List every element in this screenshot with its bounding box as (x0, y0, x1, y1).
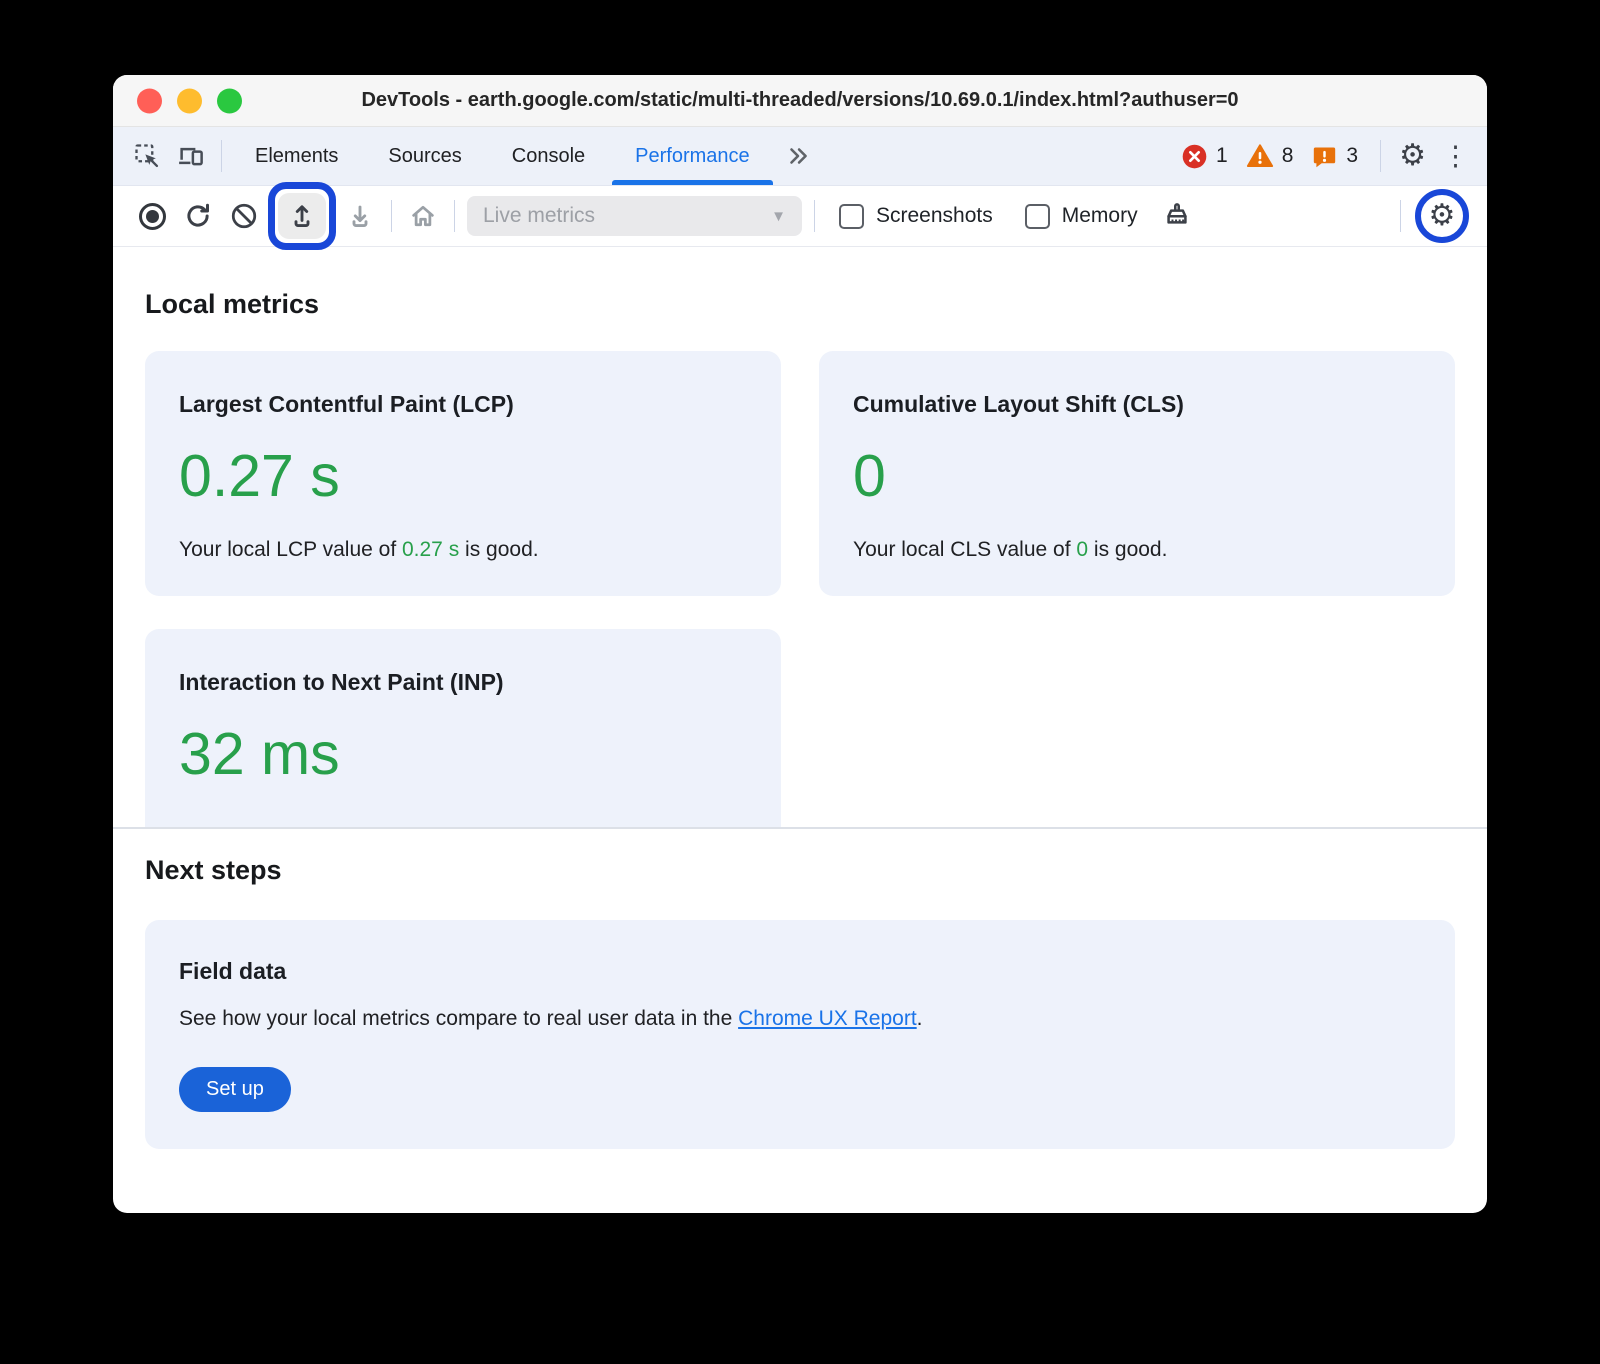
tab-console[interactable]: Console (487, 127, 610, 185)
divider (454, 200, 455, 232)
next-steps-heading: Next steps (145, 829, 1455, 920)
chrome-ux-report-link[interactable]: Chrome UX Report (738, 1007, 917, 1030)
screenshots-checkbox[interactable] (839, 204, 864, 229)
upload-icon (287, 201, 317, 231)
block-icon (229, 201, 259, 231)
tab-elements[interactable]: Elements (230, 127, 363, 185)
inp-card-title: Interaction to Next Paint (INP) (179, 669, 747, 696)
divider (1380, 140, 1381, 172)
traffic-lights (137, 88, 242, 113)
save-profile-button[interactable] (337, 193, 383, 239)
cls-inline-value: 0 (1076, 538, 1088, 561)
lcp-value: 0.27 s (179, 446, 747, 508)
title-bar: DevTools - earth.google.com/static/multi… (113, 75, 1487, 127)
screenshots-option: Screenshots (839, 204, 993, 229)
record-icon (139, 203, 166, 230)
performance-toolbar: Live metrics ▼ Screenshots Memory ⚙ (113, 186, 1487, 247)
download-icon (345, 201, 375, 231)
home-icon (408, 201, 438, 231)
device-toolbar-icon[interactable] (169, 134, 213, 178)
divider (221, 140, 222, 172)
minimize-window-button[interactable] (177, 88, 202, 113)
performance-panel-content: Local metrics Largest Contentful Paint (… (113, 247, 1487, 1149)
inp-card-clipped-region: Interaction to Next Paint (INP) 32 ms (145, 629, 781, 827)
live-metrics-selected-value: Live metrics (483, 204, 595, 228)
lcp-inline-value: 0.27 s (402, 538, 459, 561)
zoom-window-button[interactable] (217, 88, 242, 113)
capture-settings-gear-icon[interactable]: ⚙ (1429, 201, 1456, 231)
close-window-button[interactable] (137, 88, 162, 113)
error-icon (1181, 143, 1208, 170)
local-metrics-heading: Local metrics (145, 247, 1455, 351)
errors-badge[interactable]: 1 (1177, 143, 1232, 170)
divider (814, 200, 815, 232)
divider (391, 200, 392, 232)
chevron-down-icon: ▼ (771, 208, 786, 225)
clear-button[interactable] (221, 193, 267, 239)
field-data-title: Field data (179, 958, 1421, 985)
field-data-card: Field data See how your local metrics co… (145, 920, 1455, 1149)
inp-card: Interaction to Next Paint (INP) 32 ms (145, 629, 781, 827)
devtools-tab-bar: Elements Sources Console Performance 1 (113, 127, 1487, 186)
screenshots-label[interactable]: Screenshots (876, 204, 993, 228)
more-tabs-icon[interactable] (775, 143, 821, 169)
devtools-settings-gear-icon[interactable]: ⚙ (1399, 141, 1426, 171)
issues-count: 3 (1346, 144, 1358, 168)
capture-settings-wrap: ⚙ (1413, 187, 1471, 245)
window-title: DevTools - earth.google.com/static/multi… (361, 89, 1238, 112)
lcp-card: Largest Contentful Paint (LCP) 0.27 s Yo… (145, 351, 781, 596)
tab-performance[interactable]: Performance (610, 127, 775, 185)
inspect-element-icon[interactable] (125, 134, 169, 178)
field-data-text: See how your local metrics compare to re… (179, 1007, 1421, 1031)
reload-icon (183, 201, 213, 231)
record-button[interactable] (129, 193, 175, 239)
devtools-window: DevTools - earth.google.com/static/multi… (113, 75, 1487, 1213)
set-up-button[interactable]: Set up (179, 1067, 291, 1112)
warnings-badge[interactable]: 8 (1242, 142, 1298, 170)
upload-profile-wrap (271, 187, 333, 245)
cls-value: 0 (853, 446, 1421, 508)
customize-devtools-menu-icon[interactable]: ⋮ (1436, 143, 1475, 170)
record-and-reload-button[interactable] (175, 193, 221, 239)
warnings-count: 8 (1282, 144, 1294, 168)
live-metrics-select[interactable]: Live metrics ▼ (467, 196, 802, 236)
next-steps-section: Next steps Field data See how your local… (113, 827, 1487, 1149)
memory-label[interactable]: Memory (1062, 204, 1138, 228)
load-profile-button[interactable] (278, 193, 326, 239)
tab-sources[interactable]: Sources (363, 127, 486, 185)
status-cluster: 1 8 3 ⚙ ⋮ (1177, 140, 1475, 172)
cls-card-title: Cumulative Layout Shift (CLS) (853, 391, 1421, 418)
active-tab-indicator (612, 180, 773, 185)
divider (1400, 200, 1401, 232)
brush-icon (1161, 200, 1193, 232)
lcp-card-title: Largest Contentful Paint (LCP) (179, 391, 747, 418)
metric-cards-grid: Largest Contentful Paint (LCP) 0.27 s Yo… (145, 351, 1455, 596)
warning-icon (1246, 142, 1274, 170)
cls-card: Cumulative Layout Shift (CLS) 0 Your loc… (819, 351, 1455, 596)
memory-checkbox[interactable] (1025, 204, 1050, 229)
lcp-description: Your local LCP value of 0.27 s is good. (179, 538, 747, 562)
collect-garbage-button[interactable] (1154, 193, 1200, 239)
issues-badge[interactable]: 3 (1307, 143, 1362, 170)
home-button[interactable] (400, 193, 446, 239)
memory-option: Memory (1025, 204, 1138, 229)
issues-icon (1311, 143, 1338, 170)
cls-description: Your local CLS value of 0 is good. (853, 538, 1421, 562)
inp-value: 32 ms (179, 724, 747, 786)
errors-count: 1 (1216, 144, 1228, 168)
